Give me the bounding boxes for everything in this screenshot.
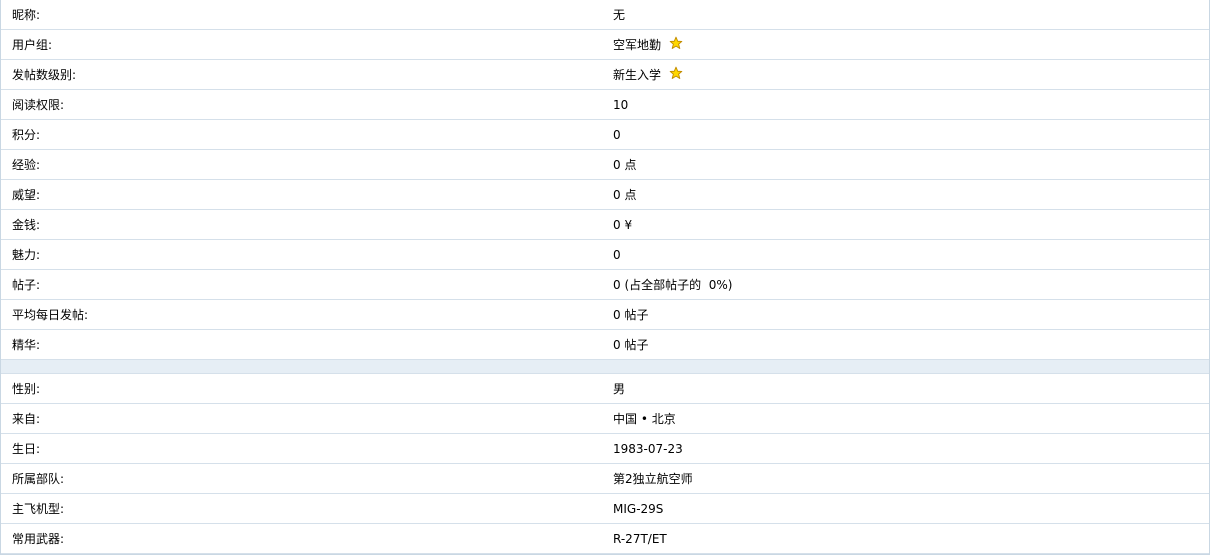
points-value: 0 xyxy=(613,127,621,142)
stats-section: 昵称: 无 用户组: 空军地勤 发帖数级别: 新生入学 阅读权限: 10 积分:… xyxy=(1,0,1209,360)
row-value: 0 xyxy=(601,248,1209,262)
row-value: 0 点 xyxy=(601,186,1209,203)
row-unit: 所属部队: 第2独立航空师 xyxy=(1,464,1209,494)
row-prestige: 威望: 0 点 xyxy=(1,180,1209,210)
row-nickname: 昵称: 无 xyxy=(1,0,1209,30)
row-value: 中国 • 北京 xyxy=(601,410,1209,427)
row-value: MIG-29S xyxy=(601,502,1209,516)
section-separator xyxy=(1,360,1209,374)
row-value: 0 (占全部帖子的 0%) xyxy=(601,276,1209,293)
money-value: 0 ¥ xyxy=(613,217,633,232)
row-label: 来自: xyxy=(12,412,41,426)
unit-value: 第2独立航空师 xyxy=(613,472,693,486)
row-label: 阅读权限: xyxy=(12,98,65,112)
row-gender: 性别: 男 xyxy=(1,374,1209,404)
row-digest: 精华: 0 帖子 xyxy=(1,330,1209,360)
row-location: 来自: 中国 • 北京 xyxy=(1,404,1209,434)
row-value: 无 xyxy=(601,6,1209,23)
posts-value: 0 (占全部帖子的 0%) xyxy=(613,278,733,292)
row-label: 生日: xyxy=(12,442,41,456)
daily-posts-value: 0 帖子 xyxy=(613,308,649,322)
row-label: 威望: xyxy=(12,188,41,202)
row-label: 平均每日发帖: xyxy=(12,308,89,322)
row-label: 主飞机型: xyxy=(12,502,65,516)
row-label: 精华: xyxy=(12,338,41,352)
row-birthday: 生日: 1983-07-23 xyxy=(1,434,1209,464)
row-points: 积分: 0 xyxy=(1,120,1209,150)
row-daily-posts: 平均每日发帖: 0 帖子 xyxy=(1,300,1209,330)
row-label: 魅力: xyxy=(12,248,41,262)
gender-value: 男 xyxy=(613,382,626,396)
row-experience: 经验: 0 点 xyxy=(1,150,1209,180)
row-weapon: 常用武器: R-27T/ET xyxy=(1,524,1209,554)
row-label: 昵称: xyxy=(12,8,41,22)
nickname-value: 无 xyxy=(613,8,626,22)
prestige-value: 0 点 xyxy=(613,188,637,202)
row-aircraft: 主飞机型: MIG-29S xyxy=(1,494,1209,524)
row-posts: 帖子: 0 (占全部帖子的 0%) xyxy=(1,270,1209,300)
row-value: 0 帖子 xyxy=(601,336,1209,353)
row-value: 第2独立航空师 xyxy=(601,470,1209,487)
aircraft-value: MIG-29S xyxy=(613,501,664,516)
row-label: 金钱: xyxy=(12,218,41,232)
digest-value: 0 帖子 xyxy=(613,338,649,352)
row-money: 金钱: 0 ¥ xyxy=(1,210,1209,240)
row-value: 新生入学 xyxy=(601,66,1209,83)
row-user-group: 用户组: 空军地勤 xyxy=(1,30,1209,60)
birthday-value: 1983-07-23 xyxy=(613,441,683,456)
charm-value: 0 xyxy=(613,247,621,262)
row-label: 发帖数级别: xyxy=(12,68,77,82)
row-post-level: 发帖数级别: 新生入学 xyxy=(1,60,1209,90)
user-profile-table: 昵称: 无 用户组: 空军地勤 发帖数级别: 新生入学 阅读权限: 10 积分:… xyxy=(0,0,1210,555)
star-icon xyxy=(669,36,683,50)
row-read-permission: 阅读权限: 10 xyxy=(1,90,1209,120)
row-value: 0 帖子 xyxy=(601,306,1209,323)
experience-value: 0 点 xyxy=(613,158,637,172)
profile-section: 性别: 男 来自: 中国 • 北京 生日: 1983-07-23 所属部队: 第… xyxy=(1,374,1209,554)
row-label: 积分: xyxy=(12,128,41,142)
row-value: 1983-07-23 xyxy=(601,442,1209,456)
row-value: R-27T/ET xyxy=(601,532,1209,546)
row-label: 用户组: xyxy=(12,38,53,52)
post-level-value: 新生入学 xyxy=(613,68,662,82)
row-value: 空军地勤 xyxy=(601,36,1209,53)
read-permission-value: 10 xyxy=(613,97,629,112)
row-label: 性别: xyxy=(12,382,41,396)
row-value: 0 ¥ xyxy=(601,218,1209,232)
row-charm: 魅力: 0 xyxy=(1,240,1209,270)
row-label: 常用武器: xyxy=(12,532,65,546)
row-value: 男 xyxy=(601,380,1209,397)
location-value: 中国 • 北京 xyxy=(613,412,676,426)
weapon-value: R-27T/ET xyxy=(613,531,667,546)
row-value: 10 xyxy=(601,98,1209,112)
row-value: 0 点 xyxy=(601,156,1209,173)
row-label: 帖子: xyxy=(12,278,41,292)
row-label: 所属部队: xyxy=(12,472,65,486)
row-label: 经验: xyxy=(12,158,41,172)
user-group-value: 空军地勤 xyxy=(613,38,662,52)
star-icon xyxy=(669,66,683,80)
row-value: 0 xyxy=(601,128,1209,142)
